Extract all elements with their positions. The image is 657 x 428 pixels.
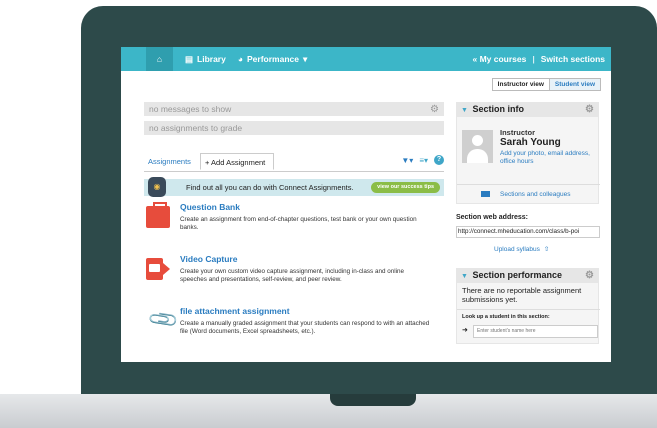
pie-chart-icon: ◕ — [237, 54, 243, 64]
tab-tools: ▼▾ ≡▾ ? — [401, 155, 444, 165]
option-description: Create your own custom video capture ass… — [180, 268, 405, 283]
instructor-name: Sarah Young — [500, 137, 561, 148]
section-performance-header[interactable]: ▼ Section performance ⚙ — [456, 268, 599, 283]
home-button[interactable]: ⌂ — [146, 47, 173, 71]
view-toggle: Instructor view Student view — [491, 78, 601, 91]
section-info-header[interactable]: ▼ Section info ⚙ — [456, 102, 599, 117]
upload-icon: ⇧ — [543, 246, 550, 253]
option-description: Create an assignment from end-of-chapter… — [180, 216, 417, 231]
student-view-button[interactable]: Student view — [549, 79, 600, 90]
tab-add-assignment[interactable]: + Add Assignment — [200, 153, 274, 170]
gear-icon[interactable]: ⚙ — [430, 103, 439, 117]
nav-performance-label: Performance — [247, 54, 299, 64]
nav-library[interactable]: ▤ Library — [185, 54, 226, 65]
option-title[interactable]: Video Capture — [180, 254, 237, 264]
option-title[interactable]: Question Bank — [180, 202, 240, 212]
document-icon: ▤ — [185, 53, 194, 64]
option-video-capture[interactable]: Video Capture Create your own custom vid… — [144, 254, 444, 300]
avatar — [462, 130, 493, 163]
web-address-field[interactable]: http://connect.mheducation.com/class/b-p… — [456, 226, 600, 238]
gear-icon[interactable]: ⚙ — [585, 102, 594, 117]
assignment-tabs: Assignments + Add Assignment ▼▾ ≡▾ ? — [144, 153, 444, 172]
option-question-bank[interactable]: Question Bank Create an assignment from … — [144, 202, 444, 248]
tab-assignments[interactable]: Assignments — [148, 153, 191, 170]
side-column: ▼ Section info ⚙ Instructor Sarah Young … — [456, 102, 600, 344]
student-lookup: Look up a student in this section: ➜ — [457, 309, 600, 338]
messages-text: no messages to show — [149, 104, 232, 114]
sections-colleagues-link[interactable]: Sections and colleagues — [457, 184, 600, 198]
top-navbar: ⌂ ▤ Library ◕ Performance ▾ « My courses… — [121, 47, 611, 71]
caret-down-icon: ▼ — [461, 107, 468, 114]
owl-icon: ◉ — [148, 177, 166, 197]
performance-message: There are no reportable assignment submi… — [462, 286, 582, 304]
option-title[interactable]: file attachment assignment — [180, 306, 290, 316]
messages-bar: no messages to show ⚙ — [144, 102, 444, 116]
toolbox-icon — [146, 202, 170, 228]
upload-syllabus-label: Upload syllabus — [494, 246, 540, 253]
people-icon — [481, 191, 490, 198]
filter-icon[interactable]: ▼▾ — [401, 156, 413, 165]
nav-separator: | — [532, 54, 535, 64]
switch-sections-link[interactable]: Switch sections — [541, 54, 605, 64]
caret-down-icon: ▼ — [461, 273, 468, 280]
web-address-label: Section web address: — [456, 214, 528, 221]
nav-library-label: Library — [197, 54, 226, 64]
upload-syllabus-link[interactable]: Upload syllabus ⇧ — [494, 245, 549, 253]
banner-text: Find out all you can do with Connect Ass… — [186, 183, 354, 192]
section-info-title: Section info — [472, 104, 524, 114]
success-tips-button[interactable]: view our success tips — [371, 182, 440, 193]
lookup-label: Look up a student in this section: — [462, 314, 550, 320]
option-description: Create a manually graded assignment that… — [180, 320, 430, 335]
gear-icon[interactable]: ⚙ — [585, 268, 594, 283]
my-courses-link[interactable]: « My courses — [472, 54, 526, 64]
section-info-body: Instructor Sarah Young Add your photo, e… — [456, 117, 600, 204]
add-photo-link[interactable]: Add your photo, email address, office ho… — [500, 150, 600, 165]
video-camera-icon — [146, 258, 170, 280]
sections-colleagues-label: Sections and colleagues — [500, 191, 571, 198]
grading-text: no assignments to grade — [149, 123, 243, 133]
laptop-base — [0, 394, 657, 428]
option-file-attachment[interactable]: 📎 file attachment assignment Create a ma… — [144, 303, 444, 352]
main-column: no messages to show ⚙ no assignments to … — [144, 102, 444, 352]
section-performance-panel: ▼ Section performance ⚙ There are no rep… — [456, 268, 600, 344]
app-screen: ⌂ ▤ Library ◕ Performance ▾ « My courses… — [121, 47, 611, 362]
chevron-down-icon: ▾ — [302, 53, 308, 64]
grading-bar: no assignments to grade — [144, 121, 444, 135]
home-icon: ⌂ — [156, 54, 163, 64]
paperclip-icon: 📎 — [147, 303, 181, 337]
section-performance-body: There are no reportable assignment submi… — [456, 283, 600, 344]
nav-performance[interactable]: ◕ Performance ▾ — [238, 54, 307, 65]
instructor-label: Instructor — [500, 128, 536, 137]
student-search-input[interactable] — [473, 325, 598, 338]
laptop-notch — [330, 394, 416, 406]
success-tips-banner: ◉ Find out all you can do with Connect A… — [144, 177, 444, 197]
help-icon[interactable]: ? — [434, 155, 444, 165]
arrow-right-icon: ➜ — [462, 327, 468, 334]
section-performance-title: Section performance — [472, 270, 562, 280]
layers-icon[interactable]: ≡▾ — [419, 156, 428, 165]
instructor-view-button[interactable]: Instructor view — [492, 79, 550, 90]
